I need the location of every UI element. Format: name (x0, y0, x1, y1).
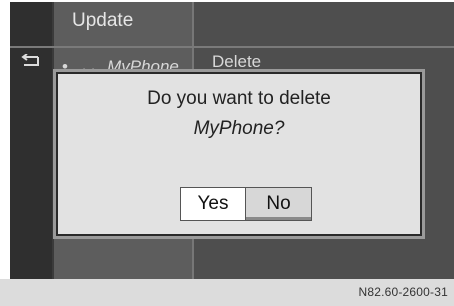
delete-option[interactable]: Delete (212, 52, 261, 72)
menu-divider (10, 46, 454, 48)
dialog-item-name: MyPhone? (193, 118, 285, 139)
figure-caption: N82.60-2600-31 (358, 285, 448, 299)
dialog-button-group: Yes No (180, 187, 312, 221)
menu-item-update[interactable]: Update (72, 10, 133, 32)
left-rail (10, 2, 52, 279)
confirm-delete-dialog: Do you want to delete MyPhone? Yes No (56, 72, 422, 236)
yes-button[interactable]: Yes (181, 188, 246, 220)
device-screen: Update • ᆸ MyPhone Delete Do you want to… (10, 2, 454, 279)
dialog-message: Do you want to delete (147, 88, 331, 109)
back-arrow-icon[interactable] (20, 54, 40, 68)
no-button[interactable]: No (246, 188, 311, 220)
